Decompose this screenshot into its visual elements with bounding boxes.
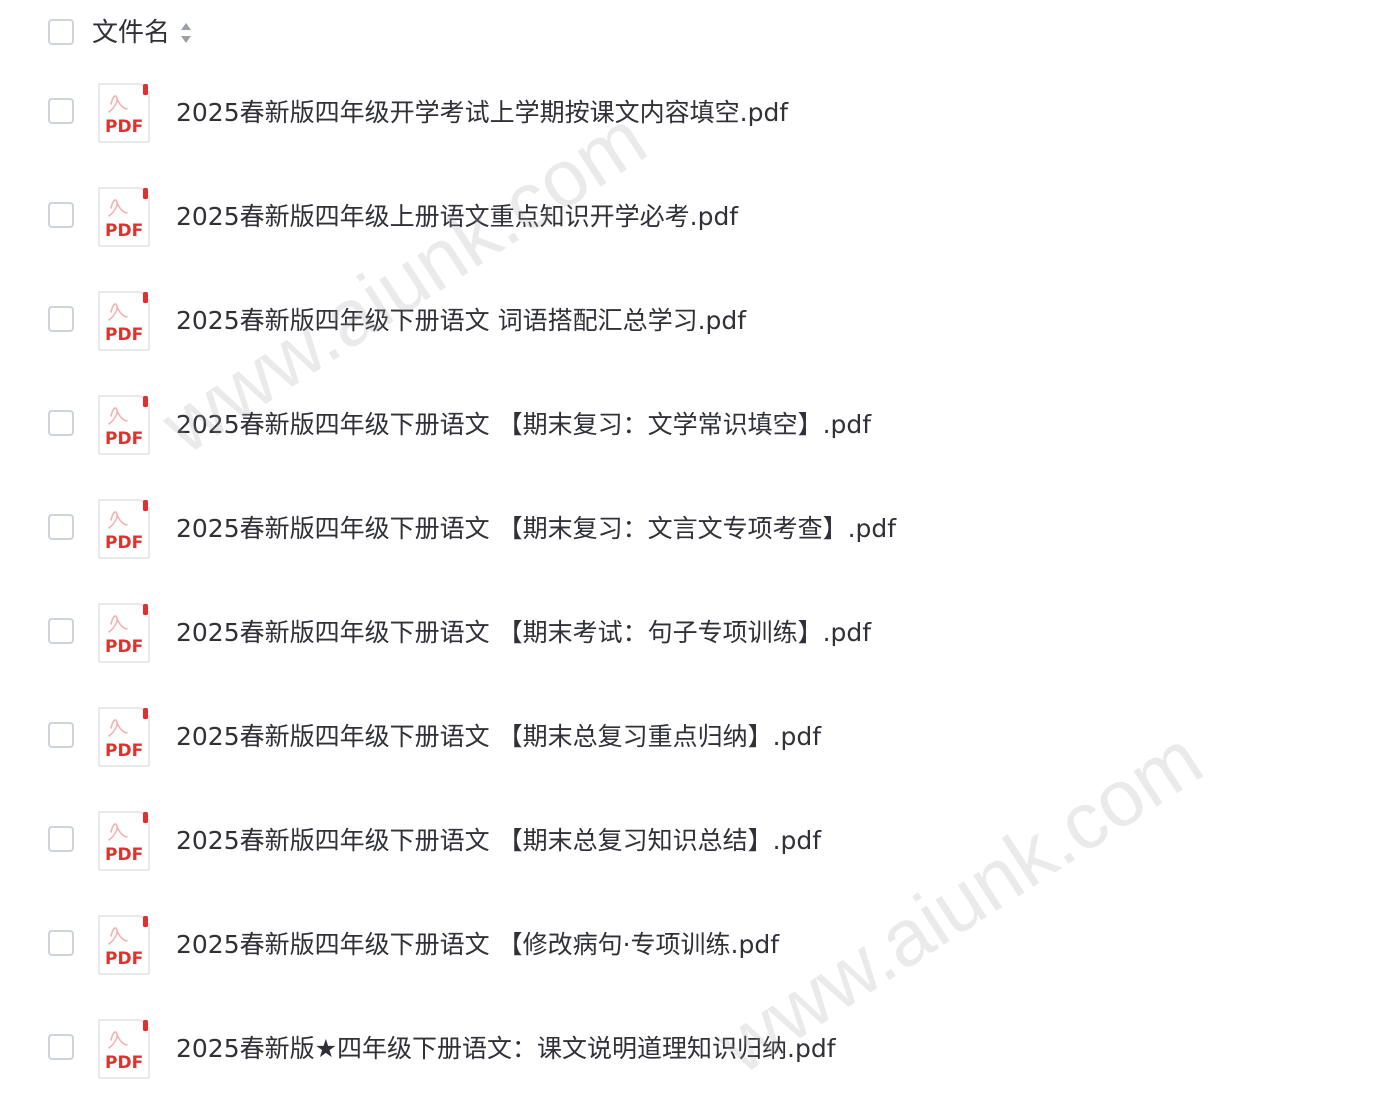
pdf-file-icon: PDF [98, 603, 150, 663]
file-checkbox[interactable] [48, 514, 74, 540]
pdf-file-icon: PDF [98, 811, 150, 871]
pdf-badge-label: PDF [105, 1053, 143, 1073]
file-row[interactable]: PDF 2025春新版四年级下册语文 【期末复习：文学常识填空】.pdf [0, 372, 1384, 476]
file-checkbox[interactable] [48, 618, 74, 644]
pdf-file-icon: PDF [98, 291, 150, 351]
file-name[interactable]: 2025春新版★四年级下册语文：课文说明道理知识归纳.pdf [176, 1030, 836, 1068]
file-name[interactable]: 2025春新版四年级下册语文 【期末总复习知识总结】.pdf [176, 822, 821, 860]
file-name[interactable]: 2025春新版四年级下册语文 【期末考试：句子专项训练】.pdf [176, 614, 871, 652]
pdf-file-icon: PDF [98, 83, 150, 143]
file-checkbox[interactable] [48, 930, 74, 956]
file-row[interactable]: PDF 2025春新版四年级下册语文 【期末复习：文言文专项考查】.pdf [0, 476, 1384, 580]
pdf-file-icon: PDF [98, 1019, 150, 1079]
file-list: PDF 2025春新版四年级开学考试上学期按课文内容填空.pdf PDF 202… [0, 60, 1384, 1100]
file-row[interactable]: PDF 2025春新版四年级下册语文 词语搭配汇总学习.pdf [0, 268, 1384, 372]
file-name[interactable]: 2025春新版四年级下册语文 【期末总复习重点归纳】.pdf [176, 718, 821, 756]
pdf-badge-label: PDF [105, 637, 143, 657]
pdf-badge-label: PDF [105, 845, 143, 865]
pdf-file-icon: PDF [98, 187, 150, 247]
pdf-badge-label: PDF [105, 117, 143, 137]
pdf-badge-label: PDF [105, 949, 143, 969]
file-row[interactable]: PDF 2025春新版四年级开学考试上学期按课文内容填空.pdf [0, 60, 1384, 164]
file-name[interactable]: 2025春新版四年级下册语文 【期末复习：文学常识填空】.pdf [176, 406, 871, 444]
file-checkbox[interactable] [48, 98, 74, 124]
file-name[interactable]: 2025春新版四年级下册语文 【修改病句·专项训练.pdf [176, 926, 779, 964]
file-checkbox[interactable] [48, 202, 74, 228]
file-name[interactable]: 2025春新版四年级上册语文重点知识开学必考.pdf [176, 198, 738, 236]
file-checkbox[interactable] [48, 1034, 74, 1060]
file-list-header: 文件名 [0, 0, 1384, 66]
file-row[interactable]: PDF 2025春新版四年级下册语文 【期末总复习知识总结】.pdf [0, 788, 1384, 892]
column-header-filename: 文件名 [92, 18, 171, 48]
pdf-badge-label: PDF [105, 221, 143, 241]
select-all-checkbox[interactable] [48, 19, 74, 45]
file-row[interactable]: PDF 2025春新版四年级上册语文重点知识开学必考.pdf [0, 164, 1384, 268]
file-row[interactable]: PDF 2025春新版★四年级下册语文：课文说明道理知识归纳.pdf [0, 996, 1384, 1100]
file-checkbox[interactable] [48, 306, 74, 332]
pdf-badge-label: PDF [105, 533, 143, 553]
file-row[interactable]: PDF 2025春新版四年级下册语文 【期末考试：句子专项训练】.pdf [0, 580, 1384, 684]
pdf-file-icon: PDF [98, 395, 150, 455]
file-row[interactable]: PDF 2025春新版四年级下册语文 【期末总复习重点归纳】.pdf [0, 684, 1384, 788]
file-name[interactable]: 2025春新版四年级下册语文 词语搭配汇总学习.pdf [176, 302, 746, 340]
file-name[interactable]: 2025春新版四年级开学考试上学期按课文内容填空.pdf [176, 94, 788, 132]
file-name[interactable]: 2025春新版四年级下册语文 【期末复习：文言文专项考查】.pdf [176, 510, 896, 548]
file-checkbox[interactable] [48, 410, 74, 436]
file-checkbox[interactable] [48, 722, 74, 748]
pdf-badge-label: PDF [105, 325, 143, 345]
pdf-file-icon: PDF [98, 915, 150, 975]
pdf-badge-label: PDF [105, 429, 143, 449]
sort-icon[interactable] [178, 20, 194, 46]
pdf-badge-label: PDF [105, 741, 143, 761]
pdf-file-icon: PDF [98, 499, 150, 559]
file-checkbox[interactable] [48, 826, 74, 852]
pdf-file-icon: PDF [98, 707, 150, 767]
file-row[interactable]: PDF 2025春新版四年级下册语文 【修改病句·专项训练.pdf [0, 892, 1384, 996]
